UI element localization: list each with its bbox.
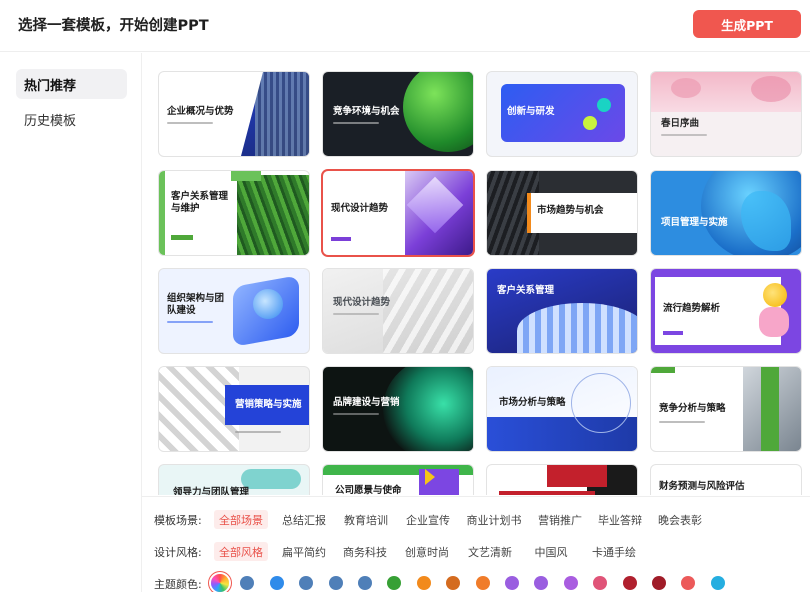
template-title: 公司愿景与使命 — [335, 485, 402, 495]
template-title: 营销策略与实施 — [235, 399, 302, 410]
template-title: 现代设计趋势 — [333, 297, 391, 308]
style-chip[interactable]: 卡通手绘 — [586, 542, 642, 561]
scene-chip-all[interactable]: 全部场景 — [214, 510, 268, 529]
color-swatch[interactable] — [534, 576, 548, 590]
scene-chip[interactable]: 毕业答辩 — [592, 510, 648, 529]
template-title: 客户关系管理 与维护 — [171, 191, 229, 215]
color-swatch[interactable] — [417, 576, 431, 590]
generate-ppt-button[interactable]: 生成PPT — [693, 10, 801, 38]
style-filter-label: 设计风格: — [154, 546, 202, 559]
template-card[interactable]: 企业概况与优势 — [159, 72, 309, 156]
template-card[interactable]: 竞争分析与策略 — [651, 367, 801, 451]
template-card[interactable]: 客户关系管理 — [487, 269, 637, 353]
template-card[interactable] — [487, 465, 637, 495]
template-title: 现代设计趋势 — [331, 203, 389, 214]
template-card[interactable]: 现代设计趋势 — [323, 171, 473, 255]
template-title: 财务预测与风险评估 — [659, 481, 745, 492]
template-title: 组织架构与团 队建设 — [167, 293, 225, 317]
template-title: 市场趋势与机会 — [537, 205, 604, 216]
color-swatch[interactable] — [240, 576, 254, 590]
color-swatch[interactable] — [446, 576, 460, 590]
sidebar-item-history[interactable]: 历史模板 — [16, 104, 127, 134]
style-chip[interactable]: 扁平简约 — [277, 542, 331, 561]
template-title: 市场分析与策略 — [499, 397, 566, 408]
style-chip[interactable]: 商务科技 — [337, 542, 393, 561]
color-swatch[interactable] — [270, 576, 284, 590]
template-card[interactable]: 创新与研发 — [487, 72, 637, 156]
color-swatch[interactable] — [329, 576, 343, 590]
scene-chip[interactable]: 教育培训 — [339, 510, 393, 529]
template-title: 领导力与团队管理 — [173, 487, 250, 495]
template-title: 竞争分析与策略 — [659, 403, 726, 414]
template-card[interactable]: 品牌建设与营销 — [323, 367, 473, 451]
template-title: 项目管理与实施 — [661, 217, 728, 228]
color-filter-label: 主题颜色: — [154, 578, 202, 591]
scene-chip[interactable]: 企业宣传 — [401, 510, 455, 529]
template-card[interactable]: 领导力与团队管理 — [159, 465, 309, 495]
color-swatch[interactable] — [476, 576, 490, 590]
page-title: 选择一套模板，开始创建PPT — [18, 18, 209, 34]
template-title: 竞争环境与机会 — [333, 106, 400, 117]
color-swatch-all[interactable] — [211, 574, 229, 592]
color-swatch[interactable] — [593, 576, 607, 590]
scene-chip[interactable]: 总结汇报 — [277, 510, 331, 529]
template-title: 流行趋势解析 — [663, 303, 721, 314]
template-card[interactable]: 财务预测与风险评估 — [651, 465, 801, 495]
sidebar: 热门推荐 历史模板 — [0, 53, 142, 592]
template-grid: 企业概况与优势 竞争环境与机会 创新与研发 春日序曲 客户关系管理 与维护 现代… — [142, 53, 810, 495]
color-swatch[interactable] — [299, 576, 313, 590]
color-swatch[interactable] — [358, 576, 372, 590]
template-card[interactable]: 流行趋势解析 — [651, 269, 801, 353]
color-swatch[interactable] — [505, 576, 519, 590]
template-title: 企业概况与优势 — [167, 106, 234, 117]
template-card[interactable]: 竞争环境与机会 — [323, 72, 473, 156]
scene-chip[interactable]: 晚会表彰 — [652, 510, 708, 529]
template-card[interactable]: 现代设计趋势 — [323, 269, 473, 353]
template-card[interactable]: 客户关系管理 与维护 — [159, 171, 309, 255]
style-chip[interactable]: 文艺清新 — [462, 542, 518, 561]
template-card[interactable]: 营销策略与实施 — [159, 367, 309, 451]
scene-filter-label: 模板场景: — [154, 514, 202, 527]
template-card[interactable]: 组织架构与团 队建设 — [159, 269, 309, 353]
template-card[interactable]: 春日序曲 — [651, 72, 801, 156]
scene-chip[interactable]: 营销推广 — [532, 510, 588, 529]
color-swatch[interactable] — [681, 576, 695, 590]
style-chip-all[interactable]: 全部风格 — [214, 542, 268, 561]
style-chip[interactable]: 创意时尚 — [399, 542, 455, 561]
template-title: 品牌建设与营销 — [333, 397, 400, 408]
template-card[interactable]: 公司愿景与使命 — [323, 465, 473, 495]
color-swatch[interactable] — [711, 576, 725, 590]
template-card[interactable]: 项目管理与实施 — [651, 171, 801, 255]
sidebar-item-hot[interactable]: 热门推荐 — [16, 69, 127, 99]
style-chip[interactable]: 中国风 — [528, 542, 574, 561]
color-swatch[interactable] — [387, 576, 401, 590]
template-card[interactable]: 市场趋势与机会 — [487, 171, 637, 255]
template-card[interactable]: 市场分析与策略 — [487, 367, 637, 451]
color-swatch[interactable] — [623, 576, 637, 590]
header-bar: 选择一套模板，开始创建PPT 生成PPT — [0, 0, 810, 52]
color-swatch[interactable] — [564, 576, 578, 590]
template-title: 客户关系管理 — [497, 285, 555, 296]
template-title: 春日序曲 — [661, 118, 700, 129]
scene-chip[interactable]: 商业计划书 — [461, 510, 527, 529]
template-title: 创新与研发 — [507, 106, 555, 117]
color-swatch[interactable] — [652, 576, 666, 590]
